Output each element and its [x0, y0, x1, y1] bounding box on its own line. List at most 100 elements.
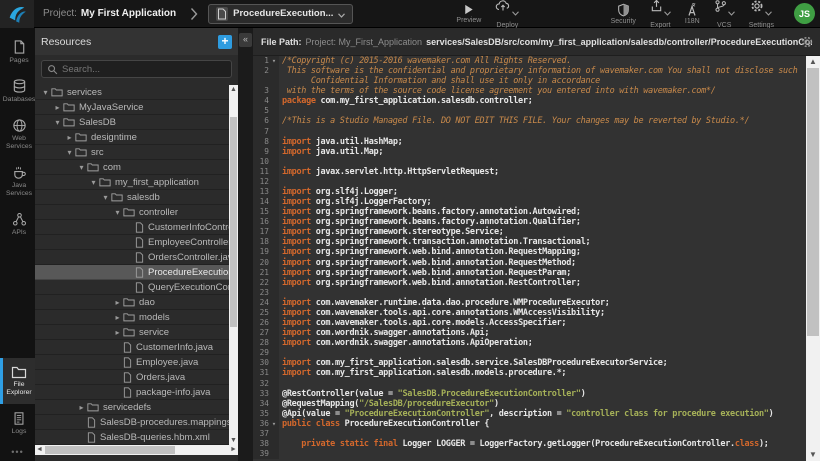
editor-settings-gear-icon[interactable] [800, 35, 814, 54]
wavemaker-studio-window: Project: My First Application ProcedureE… [0, 0, 820, 461]
line-number: 28 [253, 338, 269, 348]
tree-item-orders-java[interactable]: Orders.java [35, 370, 229, 385]
code-area[interactable]: 1▾/*Copyright (c) 2015-2016 wavemaker.co… [253, 56, 806, 461]
search-input[interactable] [62, 64, 226, 75]
sidebar-item-databases[interactable]: Databases [0, 71, 35, 110]
sidebar-item-java-services[interactable]: Java Services [0, 158, 35, 205]
sidebar-item-file-explorer[interactable]: File Explorer [0, 358, 35, 404]
sidebar-item-logs[interactable]: Logs [0, 404, 35, 442]
tree-expand-arrow[interactable]: ▾ [40, 88, 51, 97]
file-icon [123, 342, 132, 353]
tree-item-salesdb-procedures-mappings-json[interactable]: SalesDB-procedures.mappings.json [35, 415, 229, 430]
line-number: 15 [253, 207, 269, 217]
tree-item-label: servicedefs [103, 402, 151, 413]
user-avatar[interactable]: JS [794, 3, 815, 24]
settings-button[interactable]: Settings [749, 0, 774, 29]
line-number: 13 [253, 187, 269, 197]
tree-expand-arrow[interactable]: ▾ [88, 178, 99, 187]
tree-item-src[interactable]: ▾src [35, 145, 229, 160]
tree-item-my-first-application[interactable]: ▾my_first_application [35, 175, 229, 190]
line-number: 30 [253, 358, 269, 368]
tree-vertical-scroll-thumb[interactable] [230, 117, 237, 327]
code-line-text: This software is the confidential and pr… [279, 66, 797, 76]
sidebar-top-group: Pages DatabasesWeb ServicesJava ServicesA… [0, 28, 35, 243]
fold-spacer [269, 399, 279, 409]
tree-item-service[interactable]: ▸service [35, 325, 229, 340]
tree-item-myjavaservice[interactable]: ▸MyJavaService [35, 100, 229, 115]
code-line-row: 7 [253, 127, 806, 137]
tree-item-orderscontroller-java[interactable]: OrdersController.java [35, 250, 229, 265]
tree-item-salesdb[interactable]: ▾SalesDB [35, 115, 229, 130]
wavemaker-logo[interactable] [0, 0, 34, 28]
add-resource-button[interactable]: + [218, 35, 232, 49]
export-button[interactable]: Export [650, 0, 671, 29]
tree-item-employeecontroller-java[interactable]: EmployeeController.java [35, 235, 229, 250]
code-line-row: 13import org.slf4j.Logger; [253, 187, 806, 197]
tree-item-salesdb[interactable]: ▾salesdb [35, 190, 229, 205]
tree-expand-arrow[interactable]: ▾ [64, 148, 75, 157]
folder-icon [51, 87, 63, 97]
tree-item-label: designtime [91, 132, 137, 143]
tree-item-controller[interactable]: ▾controller [35, 205, 229, 220]
database-icon [12, 78, 27, 94]
file-icon [135, 282, 144, 293]
code-line-row: Confidential Information and shall use i… [253, 76, 806, 86]
tree-item-customerinfocontroller-java[interactable]: CustomerInfoController.java [35, 220, 229, 235]
tree-item-designtime[interactable]: ▸ designtime [35, 130, 229, 145]
tree-expand-arrow[interactable]: ▸ [76, 403, 87, 412]
tree-item-services[interactable]: ▾ services [35, 85, 229, 100]
collapse-panel-button[interactable]: « [239, 33, 252, 47]
line-number: 32 [253, 379, 269, 389]
line-number: 2 [253, 66, 269, 76]
code-line-text: import java.util.HashMap; [279, 137, 402, 147]
open-file-dropdown[interactable]: ProcedureExecution... [208, 4, 353, 24]
security-button[interactable]: Security [611, 0, 636, 29]
tree-item-models[interactable]: ▸models [35, 310, 229, 325]
deploy-button[interactable]: Deploy [495, 0, 519, 29]
tree-vertical-scrollbar[interactable]: ▲ ▼ [229, 85, 238, 445]
line-number: 9 [253, 147, 269, 157]
tree-item-label: services [67, 87, 102, 98]
code-line-text: @RequestMapping("/SalesDB/procedureExecu… [279, 399, 499, 409]
fold-arrow-icon[interactable]: ▾ [269, 419, 279, 429]
tree-horizontal-scroll-thumb[interactable] [45, 446, 175, 454]
tree-item-queryexecutioncontroller-java[interactable]: QueryExecutionController.java [35, 280, 229, 295]
tree-item-employee-java[interactable]: Employee.java [35, 355, 229, 370]
line-number-gutter: 5 [253, 106, 279, 116]
i18n-button[interactable]: I18N [685, 0, 700, 29]
fold-spacer [269, 308, 279, 318]
tree-item-procedureexecutioncontroller-java[interactable]: ProcedureExecutionController.java [35, 265, 229, 280]
line-number: 6 [253, 116, 269, 126]
vcs-button[interactable]: VCS [714, 0, 735, 29]
tree-horizontal-scrollbar[interactable]: ◄ ► [35, 445, 238, 455]
editor-vertical-scrollbar[interactable]: ▲ ▼ [806, 56, 820, 461]
sidebar-item-web-services[interactable]: Web Services [0, 111, 35, 158]
tree-expand-arrow[interactable]: ▸ [52, 103, 63, 112]
tree-expand-arrow[interactable]: ▸ [64, 133, 75, 142]
tree-expand-arrow[interactable]: ▸ [112, 328, 123, 337]
tree-expand-arrow[interactable]: ▾ [52, 118, 63, 127]
file-icon [135, 252, 144, 263]
preview-button[interactable]: Preview [456, 0, 481, 29]
tree-item-com[interactable]: ▾com [35, 160, 229, 175]
tree-expand-arrow[interactable]: ▸ [112, 298, 123, 307]
tree-item-customerinfo-java[interactable]: CustomerInfo.java [35, 340, 229, 355]
editor-vertical-scroll-thumb[interactable] [807, 68, 819, 336]
code-line-text [279, 127, 282, 137]
tree-expand-arrow[interactable]: ▾ [112, 208, 123, 217]
tree-expand-arrow[interactable]: ▾ [76, 163, 87, 172]
fold-arrow-icon[interactable]: ▾ [269, 56, 279, 66]
tree-item-package-info-java[interactable]: package-info.java [35, 385, 229, 400]
tree-expand-arrow[interactable]: ▾ [100, 193, 111, 202]
code-line-text: with the terms of the source code licens… [279, 86, 716, 96]
tree-item-dao[interactable]: ▸dao [35, 295, 229, 310]
tree-expand-arrow[interactable]: ▸ [112, 313, 123, 322]
sidebar-overflow-button[interactable]: ••• [0, 442, 35, 461]
sidebar-item-label: Pages [9, 57, 28, 65]
tree-item-salesdb-queries-hbm-xml[interactable]: SalesDB-queries.hbm.xml [35, 430, 229, 445]
sidebar-item-apis[interactable]: APIs [0, 205, 35, 243]
folder-icon [87, 402, 99, 412]
sidebar-item-pages[interactable]: Pages [0, 32, 35, 71]
tree-item-servicedefs[interactable]: ▸ servicedefs [35, 400, 229, 415]
code-line-row: 28import com.wordnik.swagger.annotations… [253, 338, 806, 348]
